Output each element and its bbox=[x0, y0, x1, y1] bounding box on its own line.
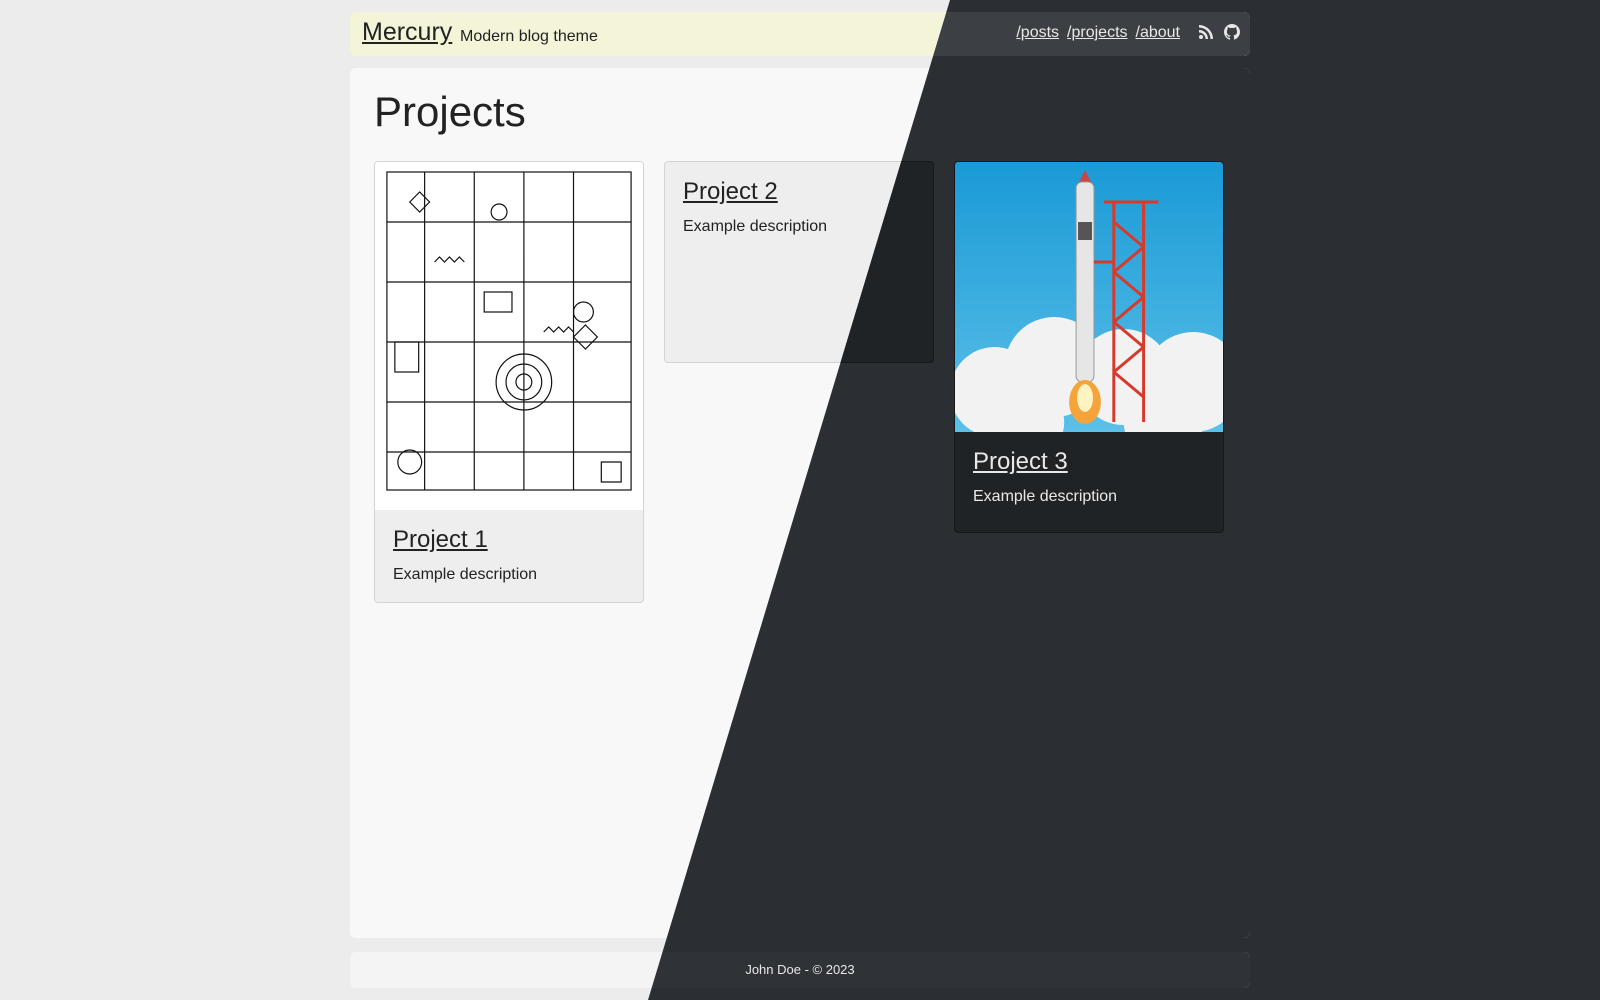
project-2-title[interactable]: Project 2 bbox=[683, 178, 915, 206]
site-tagline: Modern blog theme bbox=[460, 28, 598, 45]
project-1-image bbox=[375, 162, 643, 510]
nav-posts-dark[interactable]: /posts bbox=[1016, 24, 1059, 42]
footer-text-dark: John Doe - © 2023 bbox=[745, 962, 855, 977]
page-title: Projects bbox=[374, 88, 526, 135]
project-3-title-dark[interactable]: Project 3 bbox=[973, 448, 1205, 476]
site-logo[interactable]: Mercury bbox=[362, 18, 452, 47]
project-3-image-dark bbox=[955, 162, 1223, 432]
github-icon[interactable] bbox=[1224, 24, 1240, 40]
project-card-1[interactable]: Project 1 Example description bbox=[374, 161, 644, 603]
nav-about-dark[interactable]: /about bbox=[1136, 24, 1180, 42]
nav-projects-dark[interactable]: /projects bbox=[1067, 24, 1127, 42]
project-3-description-dark: Example description bbox=[973, 488, 1118, 505]
header-icons-dark bbox=[1198, 24, 1240, 40]
rss-icon[interactable] bbox=[1198, 24, 1214, 40]
project-card-3-dark[interactable]: Project 3 Example description bbox=[954, 161, 1224, 533]
project-1-description: Example description bbox=[393, 566, 538, 583]
main-nav-dark: /posts /projects /about bbox=[1016, 24, 1180, 42]
project-1-title[interactable]: Project 1 bbox=[393, 526, 625, 554]
